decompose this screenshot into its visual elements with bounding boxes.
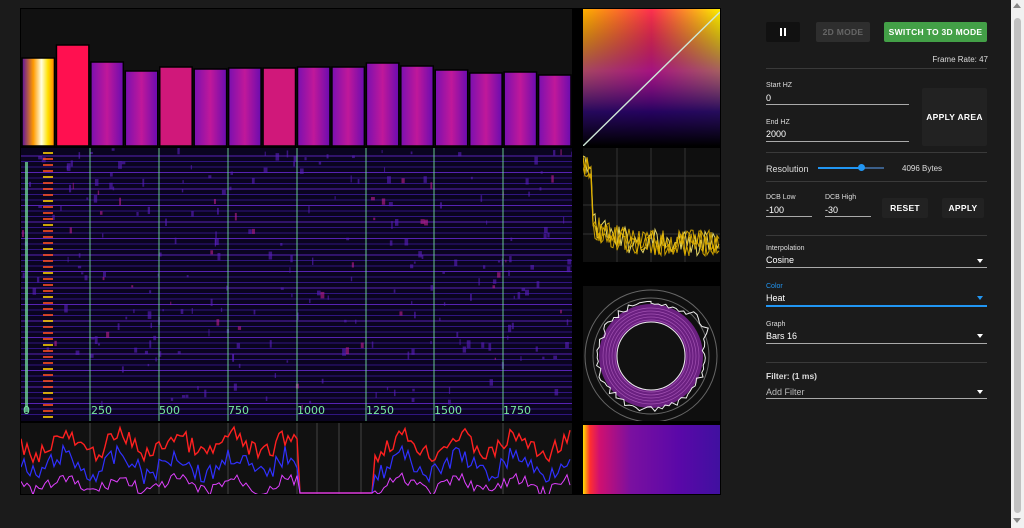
graph-label: Graph: [766, 321, 786, 328]
divider: [766, 181, 987, 182]
axis-tick-label: 1750: [503, 404, 531, 417]
bar: [55, 44, 90, 146]
bar: [193, 68, 228, 146]
bar: [400, 65, 434, 146]
resolution-value: 4096 Bytes: [902, 164, 943, 173]
mode-2d-button[interactable]: 2D MODE: [816, 22, 870, 42]
chevron-down-icon[interactable]: [977, 334, 983, 338]
bar: [434, 69, 469, 146]
bar: [468, 72, 503, 146]
divider: [766, 362, 987, 363]
scroll-up-arrow-icon[interactable]: [1013, 3, 1021, 8]
frequency-line-graph: [583, 148, 720, 262]
interpolation-underline: [766, 267, 987, 268]
add-filter-underline: [766, 398, 987, 399]
waveform-panel: [21, 423, 572, 494]
start-hz-label: Start HZ: [766, 82, 793, 89]
graph-select[interactable]: Bars 16: [766, 331, 797, 341]
scroll-down-arrow-icon[interactable]: [1013, 518, 1021, 523]
app-root: 0 250 500 750 1000 1250 1500 1750 2D MOD…: [0, 0, 1024, 528]
dcb-high-label: DCB High: [825, 194, 857, 201]
visualizer-area: 0 250 500 750 1000 1250 1500 1750: [20, 8, 721, 495]
pause-icon: [779, 28, 787, 36]
bars-visualization: [21, 9, 572, 146]
bars-graph: [21, 44, 572, 146]
pause-button[interactable]: [766, 22, 800, 42]
resolution-slider-thumb[interactable]: [858, 164, 866, 171]
axis-tick-label: 500: [159, 404, 180, 417]
color-label: Color: [766, 283, 783, 290]
end-hz-label: End HZ: [766, 119, 790, 126]
divider: [766, 152, 987, 153]
control-panel: 2D MODE SWITCH TO 3D MODE Frame Rate: 47…: [740, 0, 1006, 528]
dcb-low-input[interactable]: -100: [766, 205, 784, 215]
end-hz-underline: [766, 141, 909, 142]
interpolation-select[interactable]: Cosine: [766, 255, 794, 265]
bar: [227, 67, 262, 146]
circular-panel: [583, 286, 720, 421]
scrollbar-thumb[interactable]: [1014, 18, 1021, 513]
axis-tick-label: 1500: [434, 404, 462, 417]
bar: [503, 71, 538, 146]
resolution-slider-fill: [818, 167, 862, 169]
color-underline: [766, 305, 987, 307]
spectrogram: [21, 148, 572, 421]
color-strip: [583, 425, 720, 494]
bar: [21, 57, 56, 146]
bar: [365, 62, 400, 146]
chevron-down-icon[interactable]: [977, 390, 983, 394]
dcb-low-underline: [766, 216, 812, 217]
bar: [331, 66, 366, 146]
axis-tick-label: 250: [91, 404, 112, 417]
axis-tick-label: 0: [23, 404, 30, 417]
filter-title: Filter: (1 ms): [766, 371, 818, 381]
frequency-line-panel: [583, 148, 720, 262]
bar: [296, 66, 331, 146]
axis-tick-label: 750: [228, 404, 249, 417]
axis-tick-label: 1000: [297, 404, 325, 417]
bar: [124, 70, 159, 146]
color-map-panel: [583, 9, 720, 146]
apply-area-button[interactable]: APPLY AREA: [922, 88, 987, 146]
dcb-high-underline: [825, 216, 871, 217]
color-map-gradient: [583, 9, 720, 146]
scrollbar[interactable]: [1011, 0, 1024, 528]
bar: [90, 61, 125, 146]
frame-rate-display: Frame Rate: 47: [932, 55, 988, 64]
bar: [262, 67, 297, 146]
reset-button[interactable]: RESET: [882, 198, 928, 218]
start-hz-input[interactable]: 0: [766, 93, 771, 103]
dcb-high-input[interactable]: -30: [825, 205, 838, 215]
start-hz-underline: [766, 104, 909, 105]
resolution-label: Resolution: [766, 164, 809, 174]
end-hz-input[interactable]: 2000: [766, 129, 786, 139]
bar: [159, 66, 193, 146]
apply-button[interactable]: APPLY: [942, 198, 984, 218]
divider: [766, 68, 987, 69]
add-filter-select[interactable]: Add Filter: [766, 387, 805, 397]
color-strip-panel: [583, 425, 720, 494]
axis-tick-label: 1250: [366, 404, 394, 417]
waveform-graph: [21, 423, 571, 494]
chevron-down-icon[interactable]: [977, 259, 983, 263]
divider: [766, 235, 987, 236]
switch-to-3d-button[interactable]: SWITCH TO 3D MODE: [884, 22, 987, 42]
dcb-low-label: DCB Low: [766, 194, 796, 201]
interpolation-label: Interpolation: [766, 245, 805, 252]
color-select[interactable]: Heat: [766, 293, 785, 303]
bar: [537, 74, 572, 146]
graph-underline: [766, 343, 987, 344]
chevron-down-icon[interactable]: [977, 296, 983, 300]
circular-graph: [584, 289, 718, 421]
spectrogram-panel: [21, 148, 572, 421]
